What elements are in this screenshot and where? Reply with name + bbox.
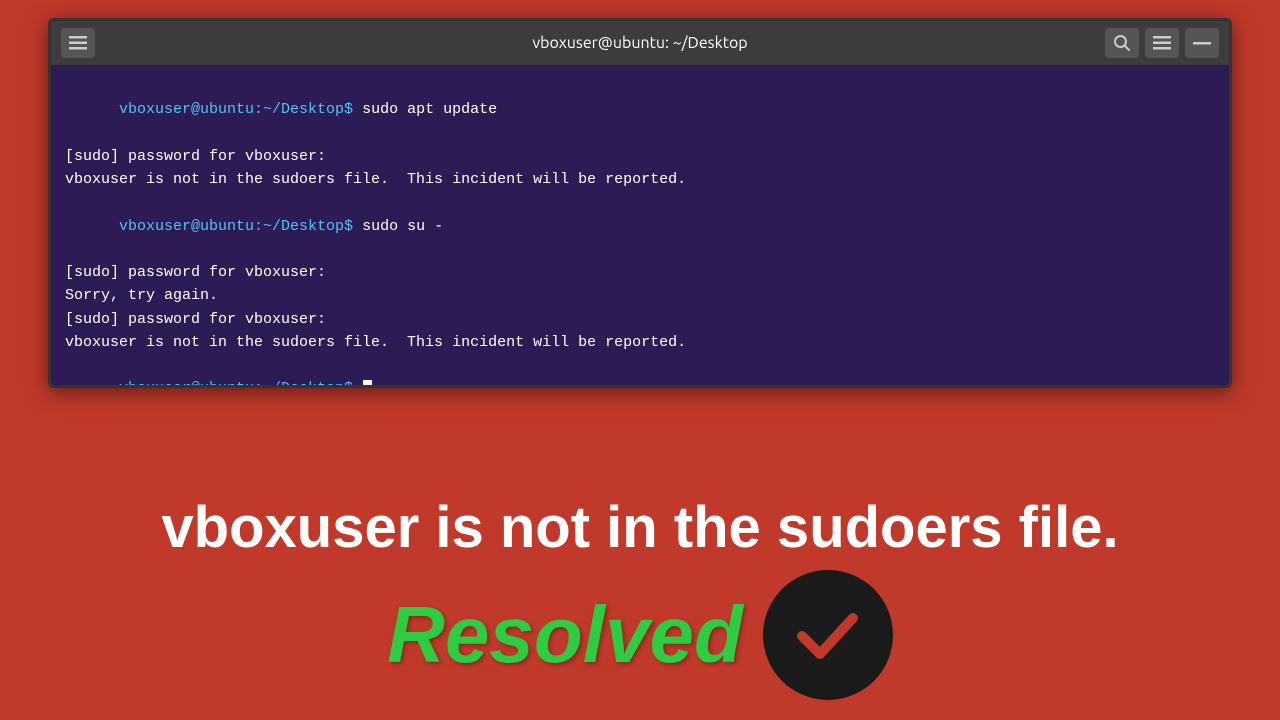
search-button[interactable] bbox=[1105, 28, 1139, 58]
cursor bbox=[363, 380, 372, 385]
checkmark-icon bbox=[790, 598, 865, 673]
terminal-titlebar: vboxuser@ubuntu: ~/Desktop bbox=[51, 21, 1229, 65]
prompt-3: vboxuser@ubuntu:~/Desktop$ bbox=[119, 380, 362, 385]
terminal-line-2: [sudo] password for vboxuser: bbox=[65, 145, 1215, 168]
resolved-label: Resolved bbox=[387, 589, 743, 681]
prompt-1: vboxuser@ubuntu:~/Desktop$ bbox=[119, 101, 362, 118]
terminal-line-4: vboxuser@ubuntu:~/Desktop$ sudo su - bbox=[65, 191, 1215, 261]
terminal-line-3: vboxuser is not in the sudoers file. Thi… bbox=[65, 168, 1215, 191]
hamburger-button[interactable] bbox=[1145, 28, 1179, 58]
subtitle-main-text: vboxuser is not in the sudoers file. bbox=[40, 496, 1240, 560]
terminal-title: vboxuser@ubuntu: ~/Desktop bbox=[532, 34, 747, 52]
terminal-line-8: vboxuser is not in the sudoers file. Thi… bbox=[65, 331, 1215, 354]
terminal-body: vboxuser@ubuntu:~/Desktop$ sudo apt upda… bbox=[51, 65, 1229, 385]
checkmark-circle bbox=[763, 570, 893, 700]
prompt-2: vboxuser@ubuntu:~/Desktop$ bbox=[119, 218, 362, 235]
minimize-button[interactable] bbox=[1185, 28, 1219, 58]
terminal-line-9: vboxuser@ubuntu:~/Desktop$ bbox=[65, 354, 1215, 385]
terminal-menu-button[interactable] bbox=[61, 28, 95, 58]
resolved-area: Resolved bbox=[0, 570, 1280, 700]
titlebar-left bbox=[61, 28, 95, 58]
terminal-line-6: Sorry, try again. bbox=[65, 284, 1215, 307]
terminal-line-5: [sudo] password for vboxuser: bbox=[65, 261, 1215, 284]
subtitle-area: vboxuser is not in the sudoers file. bbox=[0, 496, 1280, 560]
terminal-line-7: [sudo] password for vboxuser: bbox=[65, 308, 1215, 331]
terminal-line-1: vboxuser@ubuntu:~/Desktop$ sudo apt upda… bbox=[65, 75, 1215, 145]
terminal-window: vboxuser@ubuntu: ~/Desktop bbox=[48, 18, 1232, 388]
cmd-2: sudo su - bbox=[362, 218, 443, 235]
cmd-1: sudo apt update bbox=[362, 101, 497, 118]
titlebar-right bbox=[1105, 28, 1219, 58]
